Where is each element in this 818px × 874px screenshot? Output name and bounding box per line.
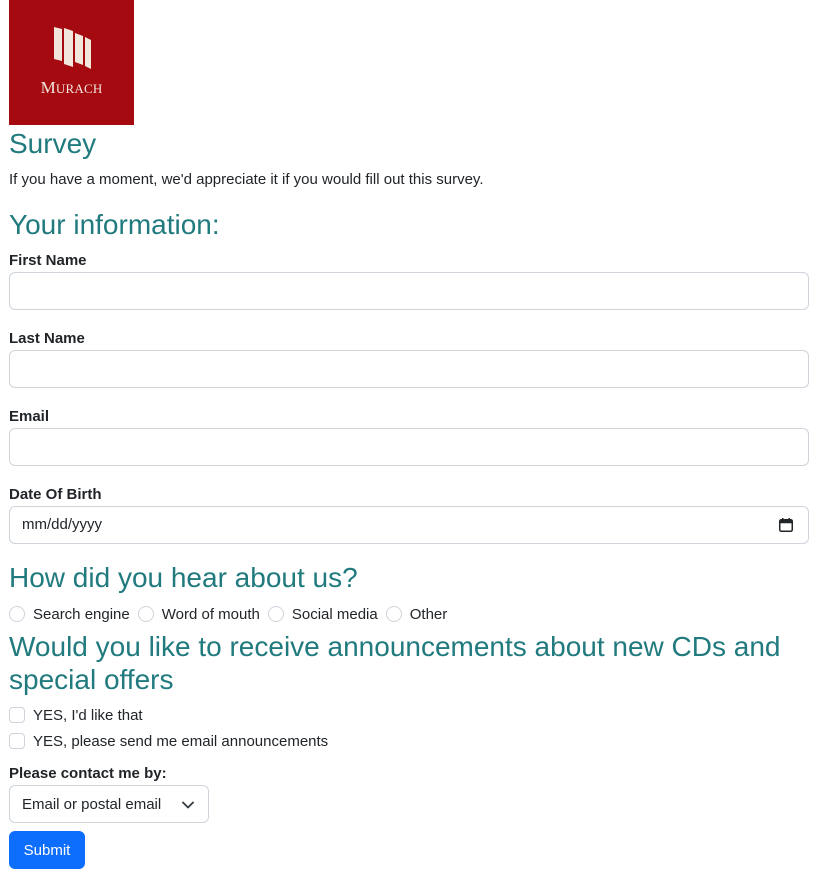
intro-text: If you have a moment, we'd appreciate it… — [9, 171, 484, 188]
calendar-icon[interactable] — [779, 518, 793, 532]
radio-social-media[interactable] — [267, 606, 284, 622]
announcements-heading-line2: special offers — [9, 664, 174, 695]
murach-logo-icon — [54, 27, 91, 69]
page-title: Survey — [9, 128, 97, 159]
contact-method-select[interactable]: Email or postal email — [9, 785, 209, 823]
hear-about-us-heading: How did you hear about us? — [9, 562, 358, 593]
email-input[interactable] — [9, 428, 809, 466]
last-name-label: Last Name — [9, 330, 85, 347]
hear-about-us-options: Search engine Word of mouth Social media… — [9, 605, 455, 623]
radio-label-word-of-mouth: Word of mouth — [161, 605, 260, 623]
chevron-down-icon — [182, 801, 194, 809]
yes-like-that-label: YES, I'd like that — [33, 706, 143, 724]
dob-label: Date Of Birth — [9, 486, 102, 503]
announcements-heading: Would you like to receive announcements … — [9, 630, 781, 696]
murach-logo: MURACH — [9, 0, 134, 125]
email-announcements-label: YES, please send me email announcements — [33, 732, 329, 750]
radio-other[interactable] — [385, 606, 402, 622]
logo-text: MURACH — [40, 78, 103, 97]
announcements-heading-line1: Would you like to receive announcements … — [9, 631, 781, 662]
yes-like-that-checkbox[interactable] — [9, 707, 25, 723]
submit-button[interactable]: Submit — [9, 831, 85, 869]
first-name-label: First Name — [9, 252, 87, 269]
dob-input[interactable]: mm/dd/yyyy — [9, 506, 809, 544]
email-announcements-checkbox[interactable] — [9, 733, 25, 749]
contact-method-value: Email or postal email — [22, 796, 162, 813]
contact-label: Please contact me by: — [9, 765, 167, 782]
first-name-input[interactable] — [9, 272, 809, 310]
radio-search-engine[interactable] — [9, 606, 25, 622]
email-label: Email — [9, 408, 50, 425]
announcements-checkbox-row: YES, I'd like that — [9, 706, 143, 724]
email-announcements-checkbox-row: YES, please send me email announcements — [9, 732, 328, 750]
radio-word-of-mouth[interactable] — [137, 606, 154, 622]
radio-label-other: Other — [409, 605, 448, 623]
radio-label-social-media: Social media — [291, 605, 378, 623]
your-information-heading: Your information: — [9, 209, 220, 240]
last-name-input[interactable] — [9, 350, 809, 388]
radio-label-search-engine: Search engine — [33, 605, 130, 623]
dob-placeholder: mm/dd/yyyy — [22, 516, 103, 533]
